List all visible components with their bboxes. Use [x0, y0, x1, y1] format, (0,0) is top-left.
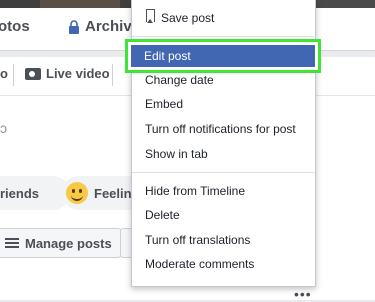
divider	[13, 64, 14, 86]
composer-prompt-fragment: ɔ	[0, 120, 7, 136]
live-video-label: Live video	[46, 66, 110, 81]
tab-archive[interactable]: Archiv	[68, 18, 132, 35]
lock-icon	[69, 19, 79, 34]
menu-item-hide-from-timeline[interactable]: Hide from Timeline	[145, 184, 245, 198]
menu-item-turn-off-notifications[interactable]: Turn off notifications for post	[145, 122, 296, 136]
cover-photo	[40, 0, 120, 8]
photo-video-fragment[interactable]: o	[0, 66, 8, 81]
tag-friends-button[interactable]: riends	[0, 176, 70, 210]
live-video-button[interactable]: Live video	[25, 66, 110, 81]
tab-archive-label: Archiv	[85, 18, 132, 35]
tab-photos[interactable]: otos	[0, 18, 30, 35]
smiley-icon	[66, 182, 88, 204]
tab-photos-label: otos	[0, 18, 30, 35]
manage-posts-label: Manage posts	[25, 235, 112, 251]
menu-separator	[132, 36, 315, 37]
save-post-label: Save post	[161, 11, 215, 25]
bookmark-icon	[146, 9, 155, 22]
camera-icon	[25, 67, 41, 80]
menu-item-embed[interactable]: Embed	[145, 97, 183, 111]
menu-item-edit-post[interactable]: Edit post	[125, 39, 321, 73]
menu-item-change-date[interactable]: Change date	[145, 73, 214, 87]
menu-item-show-in-tab[interactable]: Show in tab	[145, 147, 208, 161]
divider	[112, 64, 113, 86]
manage-icon	[5, 237, 19, 249]
edit-post-label: Edit post	[144, 49, 191, 63]
feeling-label: Feelin	[94, 185, 132, 201]
menu-item-save-post[interactable]: Save post	[132, 0, 315, 32]
menu-item-delete[interactable]: Delete	[145, 208, 180, 222]
menu-item-moderate-comments[interactable]: Moderate comments	[145, 257, 254, 271]
manage-posts-button[interactable]: Manage posts	[0, 228, 121, 258]
menu-item-turn-off-translations[interactable]: Turn off translations	[145, 233, 250, 247]
tag-friends-label: riends	[0, 185, 40, 201]
menu-separator	[132, 172, 315, 173]
